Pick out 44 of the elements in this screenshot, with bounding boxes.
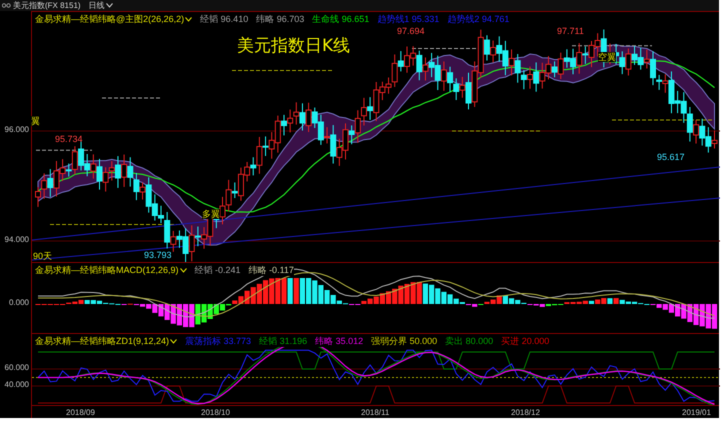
price-label: 93.793	[144, 250, 172, 260]
axis-label: 60.000	[4, 363, 29, 372]
period-label: 90天	[33, 251, 52, 261]
axis-label: 0.000	[8, 298, 29, 307]
signal-label: 空翼	[598, 52, 616, 62]
date-label: 2019/01	[682, 408, 711, 418]
axis-label: 94.000	[4, 235, 29, 244]
indicator-reading: 经韬 96.410	[200, 14, 248, 25]
dashed-level-line	[36, 150, 92, 151]
indicator-reading: 买进 20.000	[501, 336, 550, 347]
chevron-down-icon	[185, 17, 192, 22]
price-label: 95.734	[55, 134, 83, 144]
chevron-down-icon	[180, 268, 187, 273]
price-label: 97.711	[557, 26, 584, 36]
axis-label: 40.000	[4, 380, 29, 389]
indicator-reading: 纬略 35.012	[315, 336, 364, 347]
link-icon	[2, 3, 11, 8]
chevron-down-icon	[106, 3, 113, 8]
indicator-reading: 趋势线2 94.761	[447, 14, 510, 25]
indicator-dropdown[interactable]: 金易求精—经韬纬略@主图2(26,26,2)	[35, 14, 192, 25]
chevron-down-icon	[170, 339, 178, 344]
indicator-reading: 纬略 96.703	[256, 14, 304, 25]
indicator-reading: 经韬 31.196	[259, 336, 308, 347]
period-dropdown[interactable]: 日线	[88, 0, 113, 10]
date-label: 2018/10	[201, 408, 230, 418]
indicator-reading: 震荡指标 33.773	[185, 336, 252, 347]
date-label: 2018/11	[361, 408, 390, 418]
price-label: 95.617	[657, 152, 685, 162]
indicator-reading: 趋势线1 95.331	[377, 14, 440, 25]
signal-label: 多翼	[202, 209, 220, 219]
price-label: 97.694	[397, 26, 425, 36]
axis-label: 96.000	[4, 125, 29, 134]
date-label: 2018/09	[66, 408, 95, 418]
indicator-reading: 纬略 -0.117	[248, 265, 294, 276]
indicator-dropdown[interactable]: 金易求精—经韬纬略ZD1(9,12,24)	[35, 336, 178, 347]
signal-label: 翼	[31, 116, 40, 126]
indicator-reading: 生命线 96.651	[312, 14, 370, 25]
indicator-dropdown[interactable]: 金易求精—经韬纬略MACD(12,26,9)	[35, 265, 187, 276]
indicator-reading: 经韬 -0.241	[194, 265, 241, 276]
chart-title: 美元指数日K线	[237, 36, 350, 56]
indicator-reading: 强弱分界 50.000	[371, 336, 438, 347]
date-label: 2018/12	[511, 408, 540, 418]
symbol-label: 美元指数(FX 8151)	[13, 0, 81, 10]
indicator-reading: 卖出 80.000	[445, 336, 494, 347]
